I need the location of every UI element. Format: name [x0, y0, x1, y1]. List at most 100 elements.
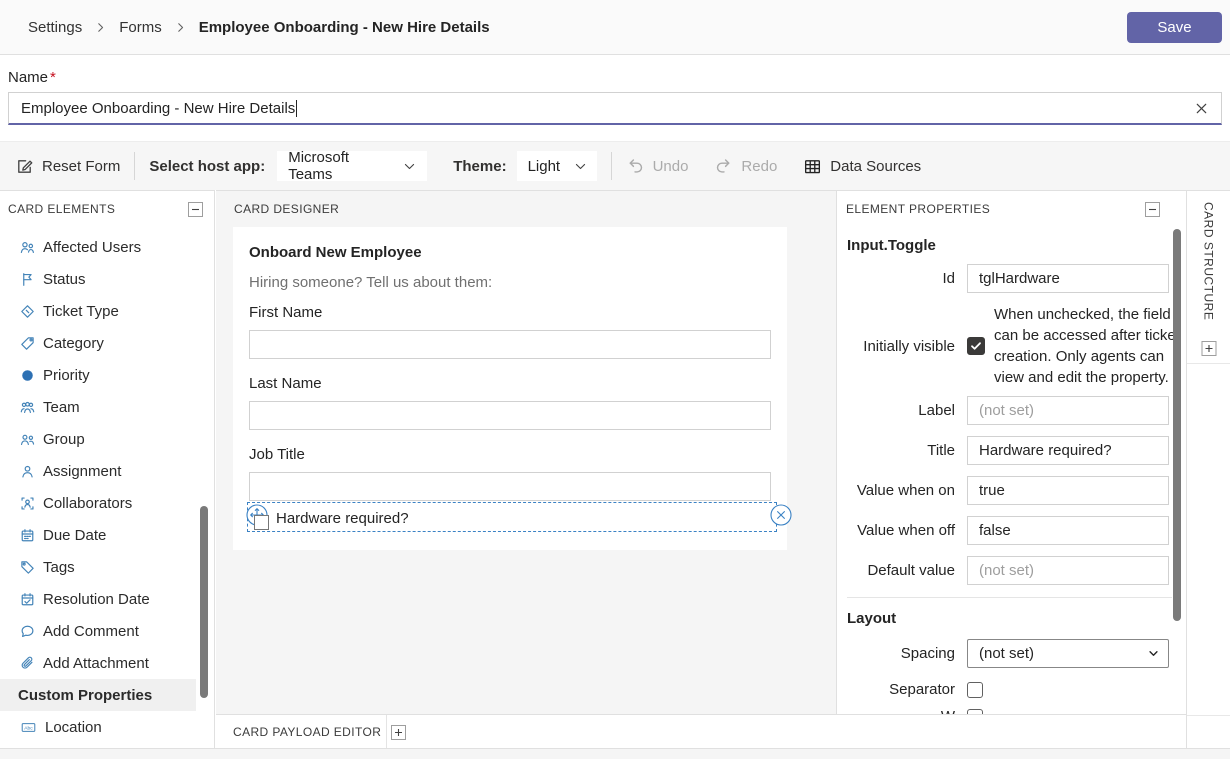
selected-toggle-element[interactable]: Hardware required?: [246, 502, 792, 532]
sidebar-item-label: Due Date: [43, 526, 107, 544]
chevron-right-icon: [175, 22, 186, 33]
sidebar-item-location[interactable]: Abc Location: [0, 711, 196, 743]
sidebar-item-label: Group: [43, 430, 85, 448]
property-value: tglHardware: [979, 270, 1060, 287]
sidebar-item-label: Collaborators: [43, 494, 133, 512]
add-attachment-icon: [19, 655, 36, 672]
w-checkbox[interactable]: [967, 708, 983, 714]
card-designer-panel: CARD DESIGNER Onboard New Employee Hirin…: [216, 190, 836, 749]
assignment-icon: [19, 463, 36, 480]
card-payload-editor: CARD PAYLOAD EDITOR: [216, 714, 1186, 749]
breadcrumb-current: Employee Onboarding - New Hire Details: [198, 18, 490, 36]
form-designer-app: Settings Forms Employee Onboarding - New…: [0, 0, 1230, 759]
sidebar-item-collaborators[interactable]: Collaborators: [0, 487, 196, 519]
card-field-input-last-name[interactable]: [249, 401, 771, 430]
theme-dropdown[interactable]: Light: [516, 151, 597, 181]
card-field-label: First Name: [249, 304, 323, 321]
card-field-label: Last Name: [249, 375, 322, 392]
sidebar-item-add-comment[interactable]: Add Comment: [0, 615, 196, 647]
property-row-separator: Separator: [845, 681, 1186, 698]
sidebar-item-ticket-type[interactable]: Ticket Type: [0, 295, 196, 327]
undo-icon: [626, 157, 645, 176]
sidebar-item-group[interactable]: Group: [0, 423, 196, 455]
expand-structure-icon[interactable]: [1201, 341, 1216, 356]
card-designer-header: CARD DESIGNER: [216, 191, 836, 227]
section-divider: [847, 597, 1172, 598]
sidebar-item-due-date[interactable]: Due Date: [0, 519, 196, 551]
card-field-input-job-title[interactable]: [249, 472, 771, 501]
element-properties-title: ELEMENT PROPERTIES: [846, 202, 991, 216]
card-payload-editor-title: CARD PAYLOAD EDITOR: [233, 725, 382, 739]
sidebar-item-status[interactable]: Status: [0, 263, 196, 295]
property-value: Hardware required?: [979, 442, 1112, 459]
sidebar-item-priority[interactable]: Priority: [0, 359, 196, 391]
toggle-label: Hardware required?: [276, 510, 409, 527]
property-input-id[interactable]: tglHardware: [967, 264, 1169, 293]
properties-scrollbar[interactable]: [1173, 229, 1181, 621]
redo-button[interactable]: Redo: [714, 157, 777, 176]
delete-element-icon[interactable]: [770, 504, 792, 526]
toggle-checkbox[interactable]: [254, 515, 269, 530]
clear-icon[interactable]: [1194, 101, 1209, 116]
structure-divider: [1187, 363, 1230, 364]
sidebar-item-affected-users[interactable]: Affected Users: [0, 231, 196, 263]
select-value: (not set): [979, 645, 1035, 662]
property-input-label[interactable]: (not set): [967, 396, 1169, 425]
sidebar-item-label: Add Attachment: [43, 654, 149, 672]
text-caret: [296, 99, 298, 117]
sidebar-item-resolution-date[interactable]: Resolution Date: [0, 583, 196, 615]
expand-payload-icon[interactable]: [391, 724, 407, 740]
data-sources-button[interactable]: Data Sources: [803, 157, 921, 176]
property-row-initially-visible: Initially visible When unchecked, the fie…: [845, 304, 1186, 388]
sidebar-item-label: Priority: [43, 366, 90, 384]
priority-icon: [19, 367, 36, 384]
sidebar-item-tags[interactable]: Tags: [0, 551, 196, 583]
property-input-title[interactable]: Hardware required?: [967, 436, 1169, 465]
breadcrumb-settings[interactable]: Settings: [28, 19, 82, 36]
property-label: W: [845, 708, 955, 714]
breadcrumb: Settings Forms Employee Onboarding - New…: [28, 19, 490, 36]
sidebar-item-team[interactable]: Team: [0, 391, 196, 423]
initially-visible-checkbox[interactable]: [967, 337, 985, 355]
property-select-spacing[interactable]: (not set): [967, 639, 1169, 668]
breadcrumb-forms[interactable]: Forms: [119, 19, 162, 36]
reset-form-button[interactable]: Reset Form: [15, 157, 120, 176]
toolbar-divider: [134, 152, 136, 180]
save-button[interactable]: Save: [1127, 11, 1222, 43]
host-app-value: Microsoft Teams: [288, 149, 350, 183]
property-row-value-when-off: Value when off false: [845, 516, 1186, 545]
property-label: Spacing: [900, 645, 955, 662]
property-label: Initially visible: [863, 337, 955, 355]
card-structure-tab[interactable]: CARD STRUCTURE: [1202, 202, 1216, 320]
collapse-panel-icon[interactable]: [1145, 201, 1160, 217]
sidebar-item-assignment[interactable]: Assignment: [0, 455, 196, 487]
sidebar-item-label: Ticket Type: [43, 302, 119, 320]
chevron-right-icon: [95, 22, 106, 33]
property-row-id: Id tglHardware: [845, 264, 1186, 293]
sidebar-item-add-attachment[interactable]: Add Attachment: [0, 647, 196, 679]
sidebar-scrollbar[interactable]: [200, 506, 208, 698]
element-properties-content: Input.Toggle Id tglHardware Initially visi…: [837, 237, 1186, 714]
due-date-icon: [19, 527, 36, 544]
chevron-down-icon: [403, 160, 416, 173]
sidebar-item-label: Affected Users: [43, 238, 142, 256]
data-sources-icon: [803, 157, 822, 176]
property-row-value-when-on: Value when on true: [845, 476, 1186, 505]
property-input-value-when-on[interactable]: true: [967, 476, 1169, 505]
undo-button[interactable]: Undo: [626, 157, 688, 176]
sidebar-item-category[interactable]: Category: [0, 327, 196, 359]
collapse-panel-icon[interactable]: [188, 201, 203, 217]
property-input-value-when-off[interactable]: false: [967, 516, 1169, 545]
host-app-dropdown[interactable]: Microsoft Teams: [277, 149, 428, 183]
property-value: false: [979, 522, 1011, 539]
name-section: Name * Employee Onboarding - New Hire Det…: [0, 56, 1230, 141]
separator-checkbox[interactable]: [967, 681, 983, 698]
element-properties-panel: ELEMENT PROPERTIES Input.Toggle Id tglHar…: [836, 190, 1186, 714]
data-sources-label: Data Sources: [830, 157, 922, 175]
chevron-down-icon: [1148, 648, 1159, 659]
property-input-default-value[interactable]: (not set): [967, 556, 1169, 585]
property-value: (not set): [979, 402, 1035, 419]
name-input[interactable]: Employee Onboarding - New Hire Details: [8, 92, 1222, 125]
sidebar-item-custom-properties[interactable]: Custom Properties: [0, 679, 196, 711]
card-field-input-first-name[interactable]: [249, 330, 771, 359]
